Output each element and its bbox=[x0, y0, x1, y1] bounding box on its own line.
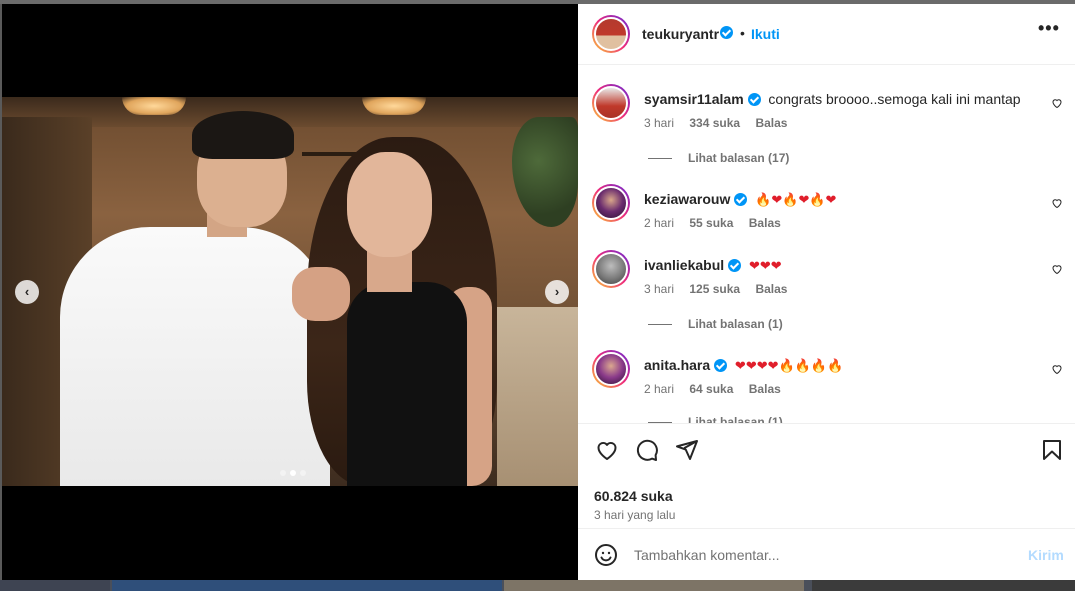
author-avatar[interactable] bbox=[592, 15, 630, 53]
heart-emoji: ❤ bbox=[825, 193, 837, 208]
comment-likes[interactable]: 55 suka bbox=[689, 216, 733, 230]
comment-emoji: ❤❤❤ bbox=[749, 259, 782, 274]
reply-button[interactable]: Balas bbox=[749, 382, 781, 396]
commenter-username[interactable]: syamsir11alam bbox=[644, 91, 744, 107]
like-comment-heart-icon[interactable] bbox=[1051, 263, 1063, 275]
reply-button[interactable]: Balas bbox=[755, 116, 787, 130]
comment-body: congrats broooo..semoga kali ini mantap bbox=[768, 91, 1021, 107]
bookmark-icon[interactable] bbox=[1040, 438, 1064, 462]
carousel-prev-button[interactable]: ‹ bbox=[15, 280, 39, 304]
view-replies-button[interactable]: Lihat balasan (1) bbox=[648, 317, 783, 331]
carousel-next-button[interactable]: › bbox=[545, 280, 569, 304]
comment-time: 2 hari bbox=[644, 382, 675, 396]
reply-button[interactable]: Balas bbox=[749, 216, 781, 230]
comment-text: anita.hara ❤❤❤❤🔥🔥🔥🔥 bbox=[644, 356, 843, 376]
commenter-avatar[interactable] bbox=[592, 250, 630, 288]
carousel-indicator bbox=[280, 470, 306, 476]
comment-meta: 3 hari 125 suka Balas bbox=[644, 282, 799, 296]
heart-emoji: ❤ bbox=[771, 193, 783, 208]
heart-emoji: ❤ bbox=[798, 193, 810, 208]
post-media: ‹ › bbox=[2, 4, 578, 580]
commenter-username[interactable]: anita.hara bbox=[644, 357, 710, 373]
carousel-dot bbox=[280, 470, 286, 476]
post-side-panel: teukuryantr • Ikuti ••• syamsir11alam co… bbox=[578, 4, 1075, 580]
comment-time: 3 hari bbox=[644, 282, 675, 296]
fire-emoji: 🔥 bbox=[810, 359, 828, 374]
comment-text: ivanliekabul ❤❤❤ bbox=[644, 256, 782, 276]
like-comment-heart-icon[interactable] bbox=[1051, 363, 1063, 375]
share-icon[interactable] bbox=[675, 438, 699, 462]
fire-emoji: 🔥 bbox=[782, 193, 799, 208]
fire-emoji: 🔥 bbox=[778, 359, 795, 374]
comment-likes[interactable]: 334 suka bbox=[689, 116, 740, 130]
post-header: teukuryantr • Ikuti ••• bbox=[578, 4, 1075, 65]
post-actions: 60.824 suka 3 hari yang lalu bbox=[578, 423, 1075, 528]
comments-list[interactable]: syamsir11alam congrats broooo..semoga ka… bbox=[578, 65, 1075, 423]
comment-icon[interactable] bbox=[635, 438, 659, 462]
heart-emoji: ❤ bbox=[770, 259, 782, 274]
emoji-picker-icon[interactable] bbox=[594, 543, 618, 567]
comment-time: 3 hari bbox=[644, 116, 675, 130]
comment-emoji: ❤❤❤❤🔥🔥🔥🔥 bbox=[735, 359, 843, 374]
comment-likes[interactable]: 64 suka bbox=[689, 382, 733, 396]
comment-text: keziawarouw 🔥❤🔥❤🔥❤ bbox=[644, 190, 836, 210]
heart-emoji: ❤ bbox=[734, 359, 746, 374]
heart-emoji: ❤ bbox=[767, 359, 779, 374]
heart-emoji: ❤ bbox=[759, 259, 771, 274]
verified-icon bbox=[720, 26, 733, 39]
comment-text: syamsir11alam congrats broooo..semoga ka… bbox=[644, 90, 1021, 108]
verified-icon bbox=[734, 193, 748, 206]
view-replies-button[interactable]: Lihat balasan (17) bbox=[648, 151, 789, 165]
reply-button[interactable]: Balas bbox=[755, 282, 787, 296]
fire-emoji: 🔥 bbox=[827, 359, 844, 374]
commenter-avatar[interactable] bbox=[592, 350, 630, 388]
comment-meta: 2 hari 64 suka Balas bbox=[644, 382, 793, 396]
carousel-dot bbox=[300, 470, 306, 476]
like-comment-heart-icon[interactable] bbox=[1051, 97, 1063, 109]
post-comment-button[interactable]: Kirim bbox=[1028, 547, 1064, 563]
comment-meta: 3 hari 334 suka Balas bbox=[644, 116, 799, 130]
commenter-avatar[interactable] bbox=[592, 184, 630, 222]
fire-emoji: 🔥 bbox=[794, 359, 811, 374]
commenter-username[interactable]: ivanliekabul bbox=[644, 257, 724, 273]
comment-time: 2 hari bbox=[644, 216, 675, 230]
comment-emoji: 🔥❤🔥❤🔥❤ bbox=[755, 193, 836, 208]
comment-input[interactable] bbox=[634, 543, 1014, 567]
follow-button[interactable]: Ikuti bbox=[751, 26, 780, 42]
carousel-dot bbox=[290, 470, 296, 476]
heart-icon[interactable] bbox=[595, 438, 619, 462]
comment-likes[interactable]: 125 suka bbox=[689, 282, 740, 296]
author-username[interactable]: teukuryantr bbox=[642, 26, 719, 42]
commenter-username[interactable]: keziawarouw bbox=[644, 191, 730, 207]
view-replies-button[interactable]: Lihat balasan (1) bbox=[648, 415, 783, 423]
heart-emoji: ❤ bbox=[756, 359, 768, 374]
heart-emoji: ❤ bbox=[745, 359, 757, 374]
more-options-icon[interactable]: ••• bbox=[1038, 18, 1060, 39]
fire-emoji: 🔥 bbox=[809, 193, 826, 208]
fire-emoji: 🔥 bbox=[755, 193, 772, 208]
verified-icon bbox=[747, 93, 761, 106]
like-comment-heart-icon[interactable] bbox=[1051, 197, 1063, 209]
separator-dot: • bbox=[740, 25, 745, 41]
post-photo bbox=[2, 97, 578, 486]
verified-icon bbox=[728, 259, 742, 272]
heart-emoji: ❤ bbox=[748, 259, 760, 274]
post-timestamp[interactable]: 3 hari yang lalu bbox=[594, 508, 675, 522]
comment-meta: 2 hari 55 suka Balas bbox=[644, 216, 793, 230]
post-like-count[interactable]: 60.824 suka bbox=[594, 488, 673, 504]
commenter-avatar[interactable] bbox=[592, 84, 630, 122]
comment-composer: Kirim bbox=[578, 528, 1075, 580]
page-backdrop-grid bbox=[0, 580, 1075, 591]
verified-icon bbox=[714, 359, 728, 372]
